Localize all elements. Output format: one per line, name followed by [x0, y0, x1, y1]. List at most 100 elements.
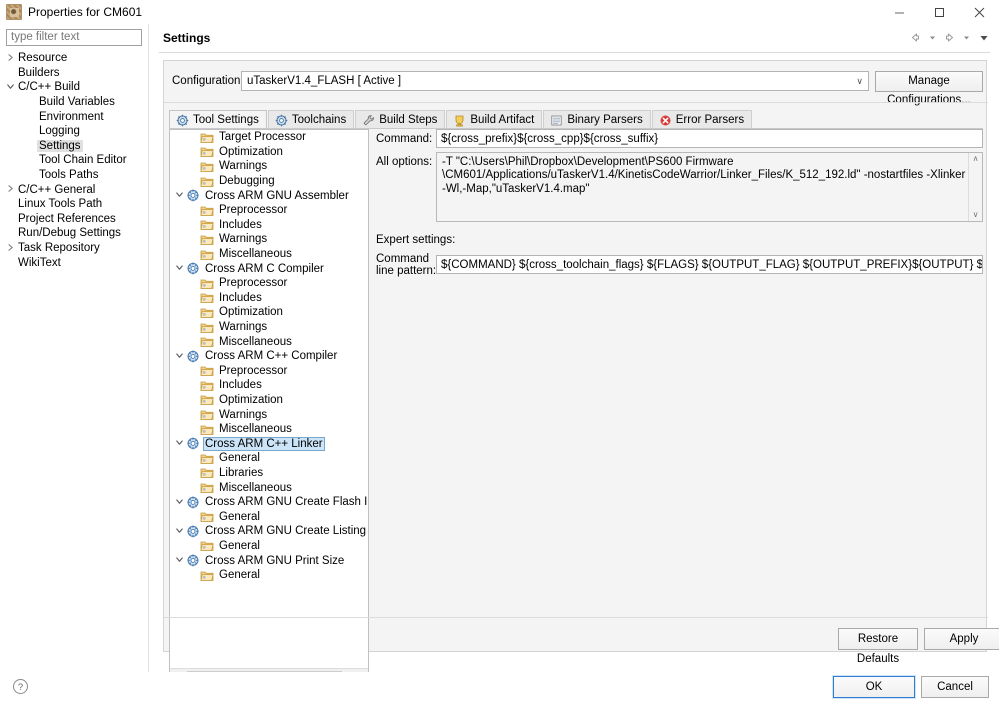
- sidebar-item-linux-tools-path[interactable]: Linux Tools Path: [0, 197, 148, 212]
- tool-tree-item-general[interactable]: General: [170, 451, 368, 466]
- chevron-down-icon[interactable]: [172, 190, 186, 201]
- tool-tree-item-label: Miscellaneous: [219, 248, 292, 261]
- tool-tree-item-preprocessor[interactable]: Preprocessor: [170, 276, 368, 291]
- tool-tree-item-optimization[interactable]: Optimization: [170, 305, 368, 320]
- tab-build-artifact[interactable]: Build Artifact: [446, 110, 543, 129]
- folder-icon: [200, 177, 214, 187]
- maximize-button[interactable]: [919, 0, 959, 24]
- scroll-down-icon[interactable]: ∨: [973, 209, 979, 221]
- chevron-down-icon[interactable]: [172, 497, 186, 508]
- view-menu-icon[interactable]: [975, 29, 992, 46]
- settings-category-tree[interactable]: Resource Builders C/C++ Build Build Variabl…: [0, 51, 148, 270]
- command-line-pattern-label-line1: Command: [376, 253, 430, 265]
- apply-button[interactable]: Apply: [924, 628, 999, 650]
- tool-tabs[interactable]: Tool Settings Toolchains Build Steps Build …: [169, 109, 753, 129]
- sidebar-item-resource[interactable]: Resource: [0, 51, 148, 66]
- sidebar-item-project-references[interactable]: Project References: [0, 212, 148, 227]
- tool-tree-item-includes[interactable]: Includes: [170, 218, 368, 233]
- configuration-row: Configuration: uTaskerV1.4_FLASH [ Activ…: [164, 71, 988, 106]
- tool-tree-item-optimization[interactable]: Optimization: [170, 393, 368, 408]
- chevron-down-icon[interactable]: [172, 526, 186, 537]
- chevron-down-icon[interactable]: [172, 263, 186, 274]
- tool-tree-item-cross-arm-gnu-assembler[interactable]: Cross ARM GNU Assembler: [170, 188, 368, 203]
- tab-error-parsers[interactable]: Error Parsers: [651, 110, 753, 129]
- tool-tree-item-general[interactable]: General: [170, 509, 368, 524]
- chevron-down-icon[interactable]: [172, 351, 186, 362]
- tool-tree-item-preprocessor[interactable]: Preprocessor: [170, 203, 368, 218]
- tool-tree-item-label: Optimization: [219, 145, 283, 158]
- tool-tree-item-libraries[interactable]: Libraries: [170, 466, 368, 481]
- tool-tree[interactable]: Target Processor Optimization Warnings Debu…: [170, 130, 368, 666]
- tool-tree-item-general[interactable]: General: [170, 568, 368, 583]
- tool-tree-item-includes[interactable]: Includes: [170, 291, 368, 306]
- chevron-right-icon[interactable]: [4, 184, 16, 195]
- tool-tree-item-cross-arm-gnu-create-listing[interactable]: Cross ARM GNU Create Listing: [170, 524, 368, 539]
- tool-tree-item-target-processor[interactable]: Target Processor: [170, 130, 368, 145]
- window-title: Properties for CM601: [28, 4, 143, 19]
- tab-build-steps[interactable]: Build Steps: [355, 110, 446, 129]
- back-arrow-icon[interactable]: [907, 29, 924, 46]
- tool-tree-item-debugging[interactable]: Debugging: [170, 174, 368, 189]
- sidebar-item-builders[interactable]: Builders: [0, 66, 148, 81]
- sidebar-item-label: Run/Debug Settings: [18, 227, 121, 240]
- tool-tree-item-includes[interactable]: Includes: [170, 378, 368, 393]
- chevron-down-icon[interactable]: [172, 438, 186, 449]
- sidebar-item-tool-chain-editor[interactable]: Tool Chain Editor: [0, 153, 148, 168]
- tool-tree-item-warnings[interactable]: Warnings: [170, 407, 368, 422]
- restore-defaults-button[interactable]: Restore Defaults: [838, 628, 918, 665]
- sidebar-item-c-c-build[interactable]: C/C++ Build: [0, 80, 148, 95]
- sidebar-item-run-debug-settings[interactable]: Run/Debug Settings: [0, 226, 148, 241]
- tool-tree-item-warnings[interactable]: Warnings: [170, 159, 368, 174]
- sidebar-item-task-repository[interactable]: Task Repository: [0, 241, 148, 256]
- minimize-button[interactable]: [879, 0, 919, 24]
- tool-tree-item-cross-arm-gnu-print-size[interactable]: Cross ARM GNU Print Size: [170, 553, 368, 568]
- command-line-pattern-input[interactable]: ${COMMAND} ${cross_toolchain_flags} ${FL…: [436, 255, 983, 274]
- chevron-down-icon[interactable]: [172, 555, 186, 566]
- sidebar-item-environment[interactable]: Environment: [0, 109, 148, 124]
- tab-binary-parsers[interactable]: Binary Parsers: [543, 110, 651, 129]
- tool-tree-item-miscellaneous[interactable]: Miscellaneous: [170, 480, 368, 495]
- sidebar-item-tools-paths[interactable]: Tools Paths: [0, 168, 148, 183]
- tool-tree-item-miscellaneous[interactable]: Miscellaneous: [170, 247, 368, 262]
- tool-tree-item-cross-arm-c-compiler[interactable]: Cross ARM C++ Compiler: [170, 349, 368, 364]
- command-input[interactable]: ${cross_prefix}${cross_cpp}${cross_suffi…: [436, 129, 983, 148]
- sidebar-item-settings[interactable]: Settings: [0, 139, 148, 154]
- tool-tree-item-cross-arm-c-compiler[interactable]: Cross ARM C Compiler: [170, 261, 368, 276]
- sidebar-item-c-c-general[interactable]: C/C++ General: [0, 182, 148, 197]
- close-button[interactable]: [959, 0, 999, 24]
- tool-tree-item-label: Preprocessor: [219, 364, 288, 377]
- scroll-up-icon[interactable]: ∧: [973, 153, 979, 165]
- back-dropdown-icon[interactable]: [924, 29, 941, 46]
- sidebar-item-logging[interactable]: Logging: [0, 124, 148, 139]
- tool-tree-item-miscellaneous[interactable]: Miscellaneous: [170, 334, 368, 349]
- help-question-icon[interactable]: ?: [12, 678, 29, 695]
- ok-button[interactable]: OK: [832, 675, 916, 699]
- tab-label: Tool Settings: [193, 114, 259, 126]
- sidebar-item-label: C/C++ General: [18, 183, 96, 196]
- tool-tree-item-optimization[interactable]: Optimization: [170, 145, 368, 160]
- tool-tree-item-warnings[interactable]: Warnings: [170, 320, 368, 335]
- forward-dropdown-icon[interactable]: [958, 29, 975, 46]
- tab-toolchains[interactable]: Toolchains: [267, 110, 355, 129]
- tool-tree-item-warnings[interactable]: Warnings: [170, 232, 368, 247]
- tool-tree-item-label: Warnings: [219, 321, 268, 334]
- chevron-down-icon[interactable]: [4, 82, 16, 93]
- chevron-right-icon[interactable]: [4, 243, 16, 254]
- tab-tool-settings[interactable]: Tool Settings: [169, 110, 267, 129]
- all-options-scrollbar[interactable]: ∧ ∨: [968, 153, 982, 221]
- filter-text-input[interactable]: type filter text: [6, 29, 142, 46]
- configuration-select[interactable]: uTaskerV1.4_FLASH [ Active ] ∨: [241, 71, 869, 91]
- all-options-textarea[interactable]: -T "C:\Users\Phil\Dropbox\Development\PS…: [436, 152, 983, 222]
- tool-tree-item-cross-arm-gnu-create-flash-image[interactable]: Cross ARM GNU Create Flash Image: [170, 495, 368, 510]
- chevron-right-icon[interactable]: [4, 53, 16, 64]
- manage-configurations-button[interactable]: Manage Configurations...: [875, 71, 983, 106]
- tool-tree-item-general[interactable]: General: [170, 539, 368, 554]
- sidebar-item-build-variables[interactable]: Build Variables: [0, 95, 148, 110]
- forward-arrow-icon[interactable]: [941, 29, 958, 46]
- folder-icon: [200, 220, 214, 231]
- tool-tree-item-cross-arm-c-linker[interactable]: Cross ARM C++ Linker: [170, 436, 368, 451]
- tool-tree-item-miscellaneous[interactable]: Miscellaneous: [170, 422, 368, 437]
- tool-tree-item-preprocessor[interactable]: Preprocessor: [170, 364, 368, 379]
- cancel-button[interactable]: Cancel: [921, 676, 989, 698]
- sidebar-item-wikitext[interactable]: WikiText: [0, 255, 148, 270]
